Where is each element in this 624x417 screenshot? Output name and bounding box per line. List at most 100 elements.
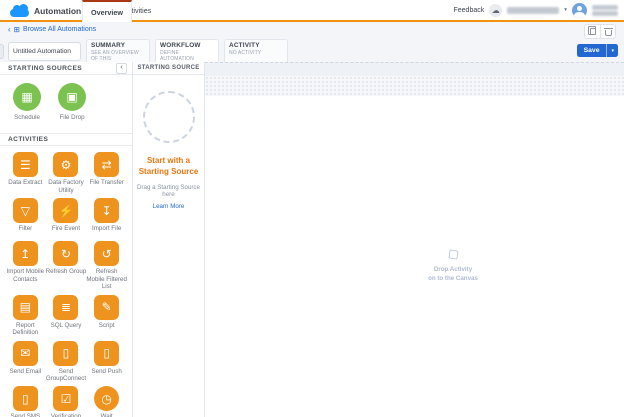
activity-item[interactable]: ✎ Script (86, 295, 127, 337)
starting-source-drop-target[interactable] (143, 91, 195, 143)
activity-item[interactable]: ▤ Report Definition (5, 295, 46, 337)
send-email-icon: ✉ (13, 341, 38, 366)
user-avatar[interactable] (572, 3, 587, 18)
activity-item[interactable]: ▽ Filter (5, 198, 46, 237)
activity-item[interactable]: ↥ Import Mobile Contacts (5, 241, 46, 290)
save-split-button: Save ▾ (577, 44, 618, 57)
send-sms-phone-icon: ▯ (13, 386, 38, 411)
feedback-link[interactable]: Feedback (453, 7, 484, 14)
wait-clock-icon: ◷ (94, 386, 119, 411)
refresh-mobile-filtered-list-icon: ↺ (94, 241, 119, 266)
import-file-icon: ↧ (94, 198, 119, 223)
refresh-group-icon: ↻ (53, 241, 78, 266)
verification-checklist-icon: ☑ (53, 386, 78, 411)
duplicate-button[interactable] (585, 25, 600, 38)
drop-target-icon (448, 249, 458, 259)
fire-event-icon: ⚡ (53, 198, 78, 223)
view-tab[interactable]: ACTIVITY NO ACTIVITY (224, 39, 288, 62)
starting-sources-header-label: STARTING SOURCES (8, 65, 82, 72)
activity-item[interactable]: ✉ Send Email (5, 341, 46, 383)
activity-item[interactable]: ◷ Wait (86, 386, 127, 417)
redacted-account-name (507, 7, 559, 14)
breadcrumb[interactable]: ‹ ⊞ Browse All Automations (8, 26, 96, 33)
panel-collapse-handle[interactable] (0, 44, 4, 59)
activity-item[interactable]: ↺ Refresh Mobile Filtered List (86, 241, 127, 290)
automation-subheader: ‹ ⊞ Browse All Automations Untitled Auto… (0, 22, 624, 62)
script-icon: ✎ (94, 295, 119, 320)
file-drop-folder-icon: ▣ (58, 83, 86, 111)
view-tab[interactable]: WORKFLOW DEFINE AUTOMATION ACTIVITIES (155, 39, 219, 64)
account-switcher-caret-icon[interactable]: ▾ (564, 7, 567, 13)
canvas-drop-hint-line1: Drop Activity (421, 266, 485, 275)
activity-label: Data Factory Utility (46, 179, 87, 194)
activity-item[interactable]: ⇄ File Transfer (86, 152, 127, 194)
trash-icon (605, 30, 612, 36)
activity-item[interactable]: ⚙ Data Factory Utility (46, 152, 87, 194)
canvas-drop-hint-line2: on to the Canvas (421, 275, 485, 284)
file-transfer-icon: ⇄ (94, 152, 119, 177)
send-groupconnect-phone-icon: ▯ (53, 341, 78, 366)
canvas-drop-hint: Drop Activity on to the Canvas (421, 248, 485, 283)
activity-item[interactable]: ≣ SQL Query (46, 295, 87, 337)
activity-label: Data Extract (8, 179, 42, 186)
canvas-step-row (205, 62, 624, 76)
data-factory-utility-icon: ⚙ (53, 152, 78, 177)
redacted-user-role (592, 11, 618, 16)
starting-source-label: File Drop (59, 114, 84, 121)
activity-label: Send Push (92, 368, 122, 375)
back-chevron-icon[interactable]: ‹ (8, 26, 11, 33)
empty-state-title: Start with a Starting Source (133, 156, 204, 178)
learn-more-link[interactable]: Learn More (133, 203, 204, 210)
save-dropdown-caret[interactable]: ▾ (606, 44, 618, 57)
activity-item[interactable]: ▯ Send GroupConnect (46, 341, 87, 383)
activity-label: Import Mobile Contacts (5, 268, 46, 283)
workflow-canvas[interactable]: Drop Activity on to the Canvas (205, 62, 624, 417)
activity-item[interactable]: ↻ Refresh Group (46, 241, 87, 290)
starting-source-column-header: STARTING SOURCE (133, 62, 204, 75)
workflow-builder: STARTING SOURCES ‹ ▦ Schedule ▣ File Dro… (0, 62, 624, 417)
activity-label: SQL Query (51, 322, 82, 329)
palette-sidebar: STARTING SOURCES ‹ ▦ Schedule ▣ File Dro… (0, 62, 133, 417)
starting-source-item[interactable]: ▣ File Drop (53, 83, 91, 121)
filter-funnel-icon: ▽ (13, 198, 38, 223)
activities-header-label: ACTIVITIES (8, 136, 48, 143)
data-extract-icon: ☰ (13, 152, 38, 177)
copy-icon (590, 28, 596, 35)
activity-item[interactable]: ⚡ Fire Event (46, 198, 87, 237)
activity-label: Send Email (10, 368, 42, 375)
activity-label: Refresh Mobile Filtered List (86, 268, 127, 290)
activity-item[interactable]: ↧ Import File (86, 198, 127, 237)
view-tab[interactable]: SUMMARY SEE AN OVERVIEW OF THIS AUTOMATI… (86, 39, 150, 62)
tab-overview-label: Overview (91, 8, 123, 17)
activity-item[interactable]: ☰ Data Extract (5, 152, 46, 194)
tab-overview[interactable]: Overview (82, 0, 132, 22)
automation-action-group (584, 24, 616, 39)
canvas-dotted-row (205, 76, 624, 96)
top-navigation-bar: Automation Studio Overview Activities Fe… (0, 0, 624, 22)
activity-label: Refresh Group (46, 268, 87, 275)
activity-label: Filter (18, 225, 32, 232)
activity-label: Report Definition (5, 322, 46, 337)
schedule-calendar-icon: ▦ (13, 83, 41, 111)
activity-label: Import File (92, 225, 121, 232)
save-button[interactable]: Save (577, 44, 607, 57)
sidebar-collapse-button[interactable]: ‹ (116, 63, 127, 74)
marketing-cloud-logo-icon (10, 9, 29, 17)
activities-grid: ☰ Data Extract ⚙ Data Factory Utility ⇄ … (0, 146, 132, 417)
automation-name-input[interactable]: Untitled Automation (8, 42, 81, 61)
activity-item[interactable]: ☑ Verification (46, 386, 87, 417)
activity-item[interactable]: ▯ Send SMS (5, 386, 46, 417)
breadcrumb-label[interactable]: Browse All Automations (23, 26, 96, 33)
starting-source-item[interactable]: ▦ Schedule (8, 83, 46, 121)
grid-icon: ⊞ (14, 26, 20, 33)
starting-sources-list: ▦ Schedule ▣ File Drop (0, 75, 132, 128)
delete-button[interactable] (600, 25, 615, 38)
send-push-phone-icon: ▯ (94, 341, 119, 366)
activity-item[interactable]: ▯ Send Push (86, 341, 127, 383)
activity-label: Fire Event (52, 225, 80, 232)
starting-sources-header: STARTING SOURCES ‹ (0, 62, 132, 75)
view-tab-subtitle: NO ACTIVITY (229, 50, 283, 56)
activity-label: File Transfer (89, 179, 123, 186)
redacted-user-name (592, 5, 618, 10)
view-tabs: SUMMARY SEE AN OVERVIEW OF THIS AUTOMATI… (86, 39, 288, 64)
